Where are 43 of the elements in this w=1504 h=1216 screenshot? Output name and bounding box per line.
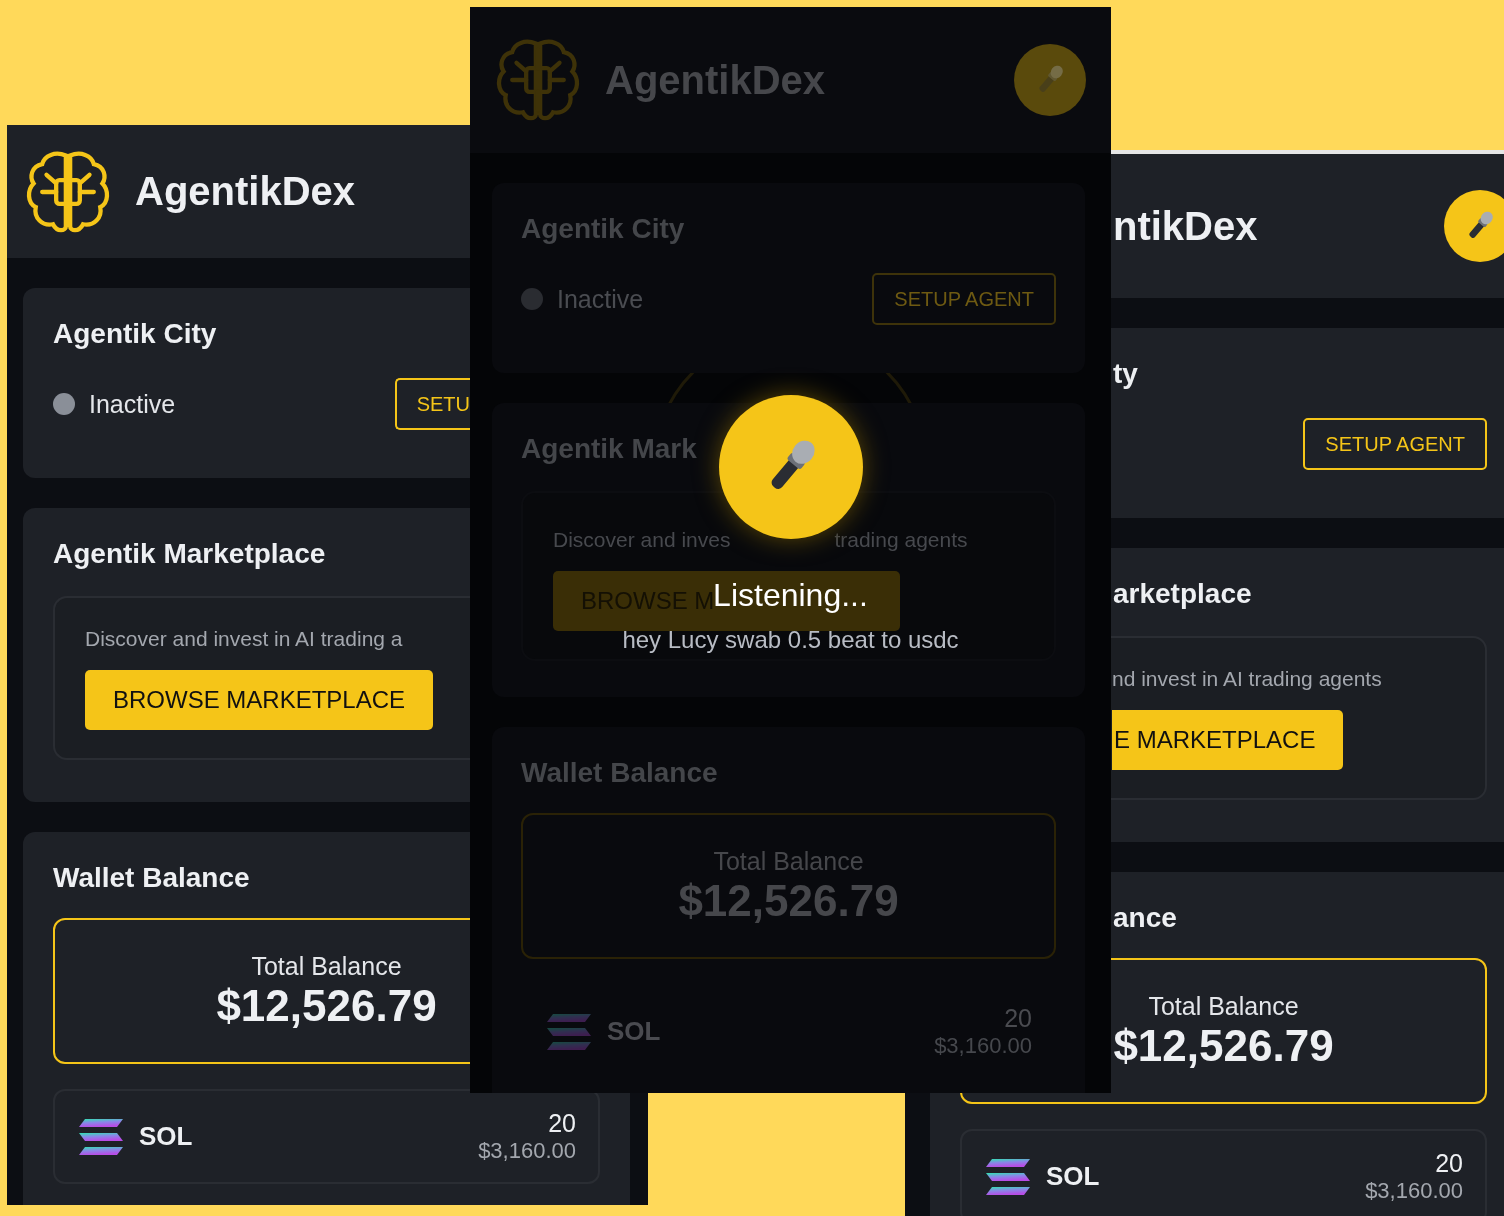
token-row[interactable]: SOL 20 $3,160.00 <box>960 1129 1487 1216</box>
token-amount: 20 <box>1004 1004 1032 1033</box>
section-title: Wallet Balance <box>53 861 250 895</box>
mic-button[interactable] <box>1444 190 1504 262</box>
token-row[interactable]: SOL 20 $3,160.00 <box>53 1089 600 1184</box>
app-title: ntikDex <box>1113 203 1258 249</box>
token-value: $3,160.00 <box>934 1033 1032 1059</box>
app-title: AgentikDex <box>135 169 356 214</box>
section-title: Agentik City <box>521 212 685 246</box>
status-label: Inactive <box>557 284 644 314</box>
solana-coin-icon <box>77 1116 125 1157</box>
token-symbol: SOL <box>607 1016 661 1047</box>
section-title: Agentik Marketplace <box>53 537 326 571</box>
total-balance-amount: $12,526.79 <box>1113 1020 1334 1071</box>
description-text: Discover and inves <box>553 527 731 553</box>
description-text: Discover and invest in AI trading a <box>85 626 403 652</box>
total-balance-label: Total Balance <box>251 951 402 981</box>
section-title: Agentik City <box>53 317 217 351</box>
solana-coin-icon <box>984 1156 1032 1197</box>
total-balance-amount: $12,526.79 <box>216 980 437 1031</box>
section-title: Agentik Mark <box>521 432 697 466</box>
token-symbol: SOL <box>139 1121 193 1152</box>
total-balance-label: Total Balance <box>1148 991 1299 1021</box>
listening-status: Listening... <box>713 577 868 614</box>
status-label: Inactive <box>89 389 176 419</box>
total-balance-label: Total Balance <box>713 846 864 876</box>
browse-marketplace-button[interactable]: E MARKETPLACE <box>1112 710 1344 770</box>
token-amount: 20 <box>548 1109 576 1138</box>
token-value: $3,160.00 <box>1365 1178 1463 1204</box>
token-symbol: SOL <box>1046 1161 1100 1192</box>
solana-coin-icon <box>545 1011 593 1052</box>
browse-marketplace-button[interactable]: BROWSE MARKETPLACE <box>85 670 434 730</box>
section-title: Wallet Balance <box>521 756 718 790</box>
total-balance-amount: $12,526.79 <box>678 875 899 926</box>
description-text: nd invest in AI trading agents <box>1112 666 1382 692</box>
description-text: trading agents <box>834 527 968 553</box>
token-amount: 20 <box>1435 1149 1463 1178</box>
section-title: ance <box>1113 901 1177 935</box>
app-title: AgentikDex <box>605 57 826 103</box>
setup-agent-button[interactable]: SETUP AGENT <box>1303 418 1487 470</box>
section-title: ty <box>1113 357 1138 391</box>
section-title: arketplace <box>1113 577 1252 611</box>
token-value: $3,160.00 <box>478 1138 576 1164</box>
